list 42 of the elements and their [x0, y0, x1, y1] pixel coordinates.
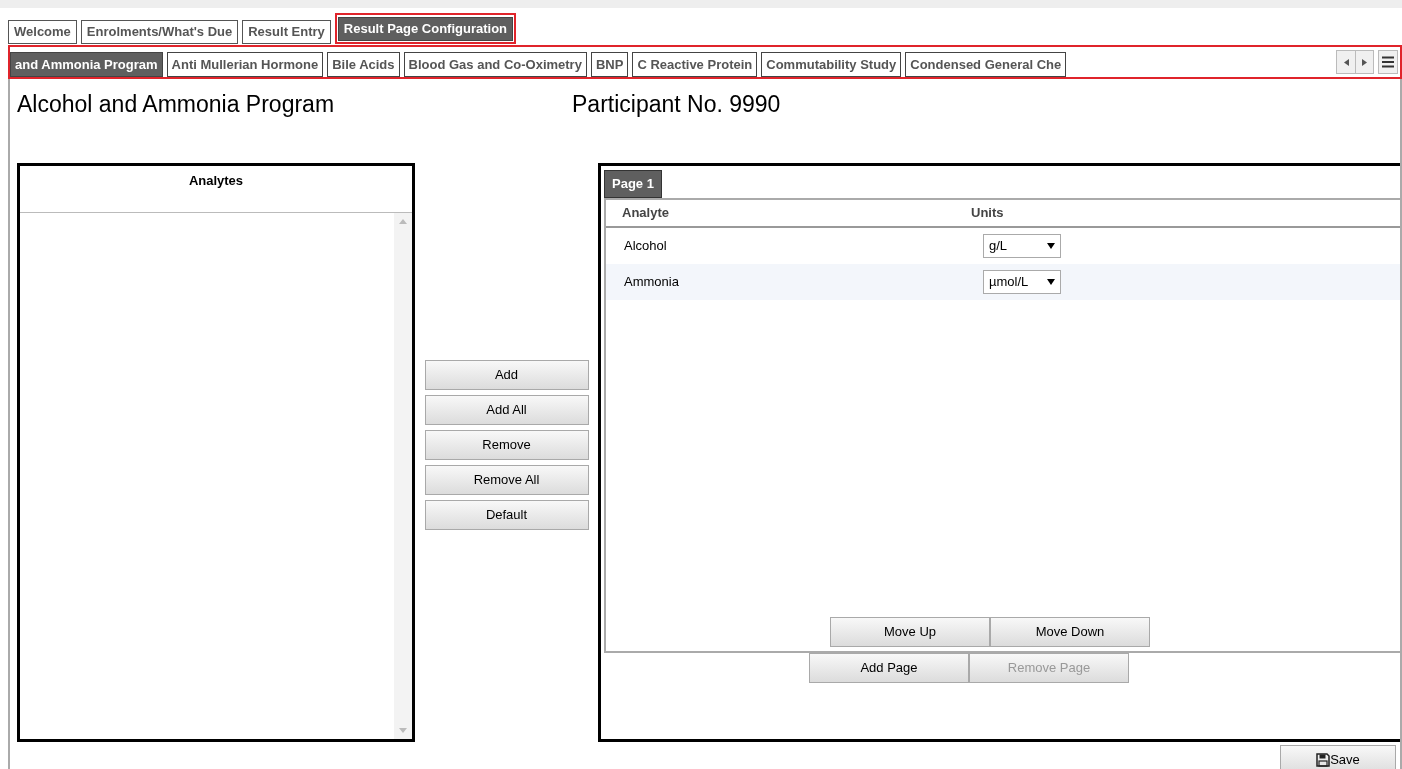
scrollbar[interactable] — [394, 213, 412, 739]
scroll-left-button[interactable] — [1337, 51, 1355, 73]
action-button[interactable]: Add All — [424, 395, 589, 425]
participant-number: Participant No. 9990 — [572, 89, 781, 119]
action-button[interactable]: Remove All — [424, 465, 589, 495]
action-button[interactable]: Add Page — [809, 653, 969, 683]
tab[interactable]: Condensed General Che — [905, 52, 1067, 77]
right-arrow-icon — [1362, 58, 1367, 66]
program-title: Alcohol and Ammonia Program — [17, 89, 336, 119]
tab[interactable]: Enrolments/What's Due — [80, 20, 239, 44]
tab[interactable]: Welcome — [8, 20, 77, 44]
save-button[interactable]: Save — [1280, 745, 1396, 769]
tab[interactable]: Page 1 — [604, 170, 662, 198]
dropdown-arrow-icon — [1047, 279, 1055, 285]
scroll-right-button[interactable] — [1355, 51, 1373, 73]
menu-button[interactable] — [1378, 50, 1398, 74]
tab[interactable]: Blood Gas and Co-Oximetry — [403, 52, 587, 77]
tab[interactable]: Result Page Configuration — [337, 17, 514, 41]
analyte-name: Alcohol — [623, 237, 668, 256]
up-arrow-icon — [399, 219, 407, 224]
tab[interactable]: BNP — [590, 52, 629, 77]
units-dropdown[interactable]: g/L — [983, 234, 1061, 258]
analyte-name: Ammonia — [623, 273, 680, 292]
tab[interactable]: Bile Acids — [327, 52, 400, 77]
action-button[interactable]: Add — [424, 360, 589, 390]
left-arrow-icon — [1343, 58, 1349, 66]
panel-title: Analytes — [188, 172, 244, 190]
action-button[interactable]: Remove — [424, 430, 589, 460]
action-button[interactable]: Move Up — [830, 617, 990, 647]
action-button[interactable]: Default — [424, 500, 589, 530]
column-header: Analyte — [621, 204, 670, 223]
down-arrow-icon — [399, 728, 407, 733]
menu-icon — [1382, 56, 1394, 68]
tab[interactable]: Result Entry — [242, 20, 331, 44]
units-dropdown[interactable]: µmol/L — [983, 270, 1061, 294]
action-button[interactable]: Move Down — [990, 617, 1150, 647]
tab[interactable]: Anti Mullerian Hormone — [166, 52, 324, 77]
dropdown-arrow-icon — [1047, 243, 1055, 249]
tab[interactable]: Commutability Study — [761, 52, 902, 77]
tab[interactable]: and Ammonia Program — [10, 52, 163, 77]
column-header: Units — [971, 204, 1004, 223]
tab[interactable]: C Reactive Protein — [632, 52, 758, 77]
